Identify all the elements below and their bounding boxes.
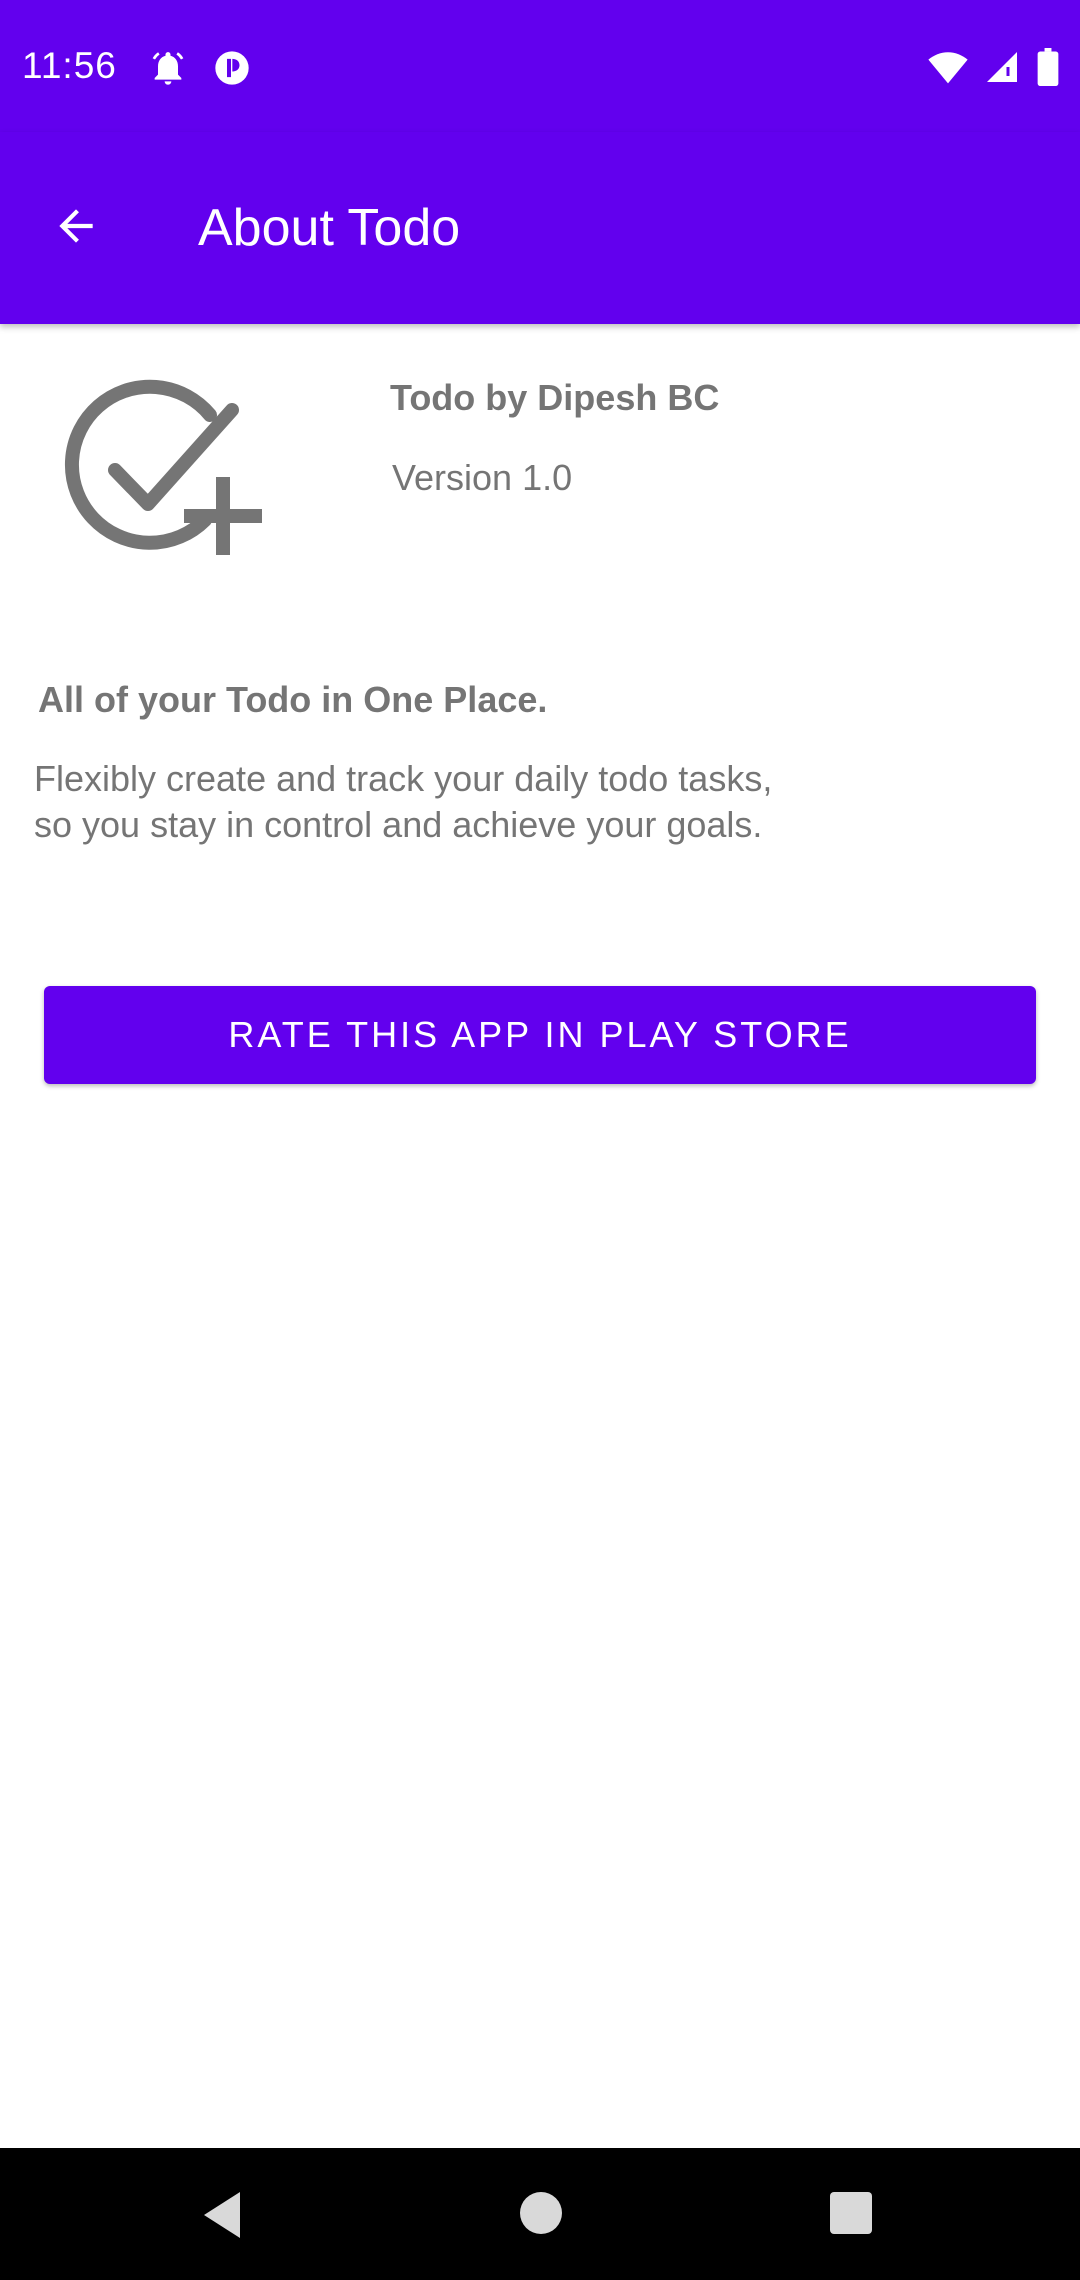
system-nav-bar [0,2148,1080,2280]
status-system-icons [928,48,1060,91]
nav-recents-icon[interactable] [830,2192,872,2234]
nav-home-icon[interactable] [520,2192,562,2234]
arrow-back-icon [51,201,101,256]
app-name: Todo by Dipesh BC [390,377,720,418]
back-button[interactable] [36,188,116,268]
rate-app-button[interactable]: RATE THIS APP IN PLAY STORE [44,986,1036,1084]
app-description: Flexibly create and track your daily tod… [34,758,773,845]
nav-back-icon[interactable] [200,2188,260,2242]
app-bar: About Todo [0,132,1080,324]
status-bar: 11:56 [0,0,1080,132]
page-title: About Todo [198,199,461,257]
app-notification-icon [212,48,252,93]
tagline: All of your Todo in One Place. [38,679,548,720]
app-version: Version 1.0 [392,457,573,498]
about-screen: 11:56 About Todo Todo by Dipesh BC Versi… [0,0,1080,2280]
alarm-icon [148,48,188,93]
battery-icon [1036,48,1060,91]
status-notification-icons [148,48,252,93]
cell-signal-icon [984,49,1020,90]
wifi-icon [928,49,968,90]
status-time: 11:56 [22,45,117,86]
check-plus-icon [60,372,270,562]
